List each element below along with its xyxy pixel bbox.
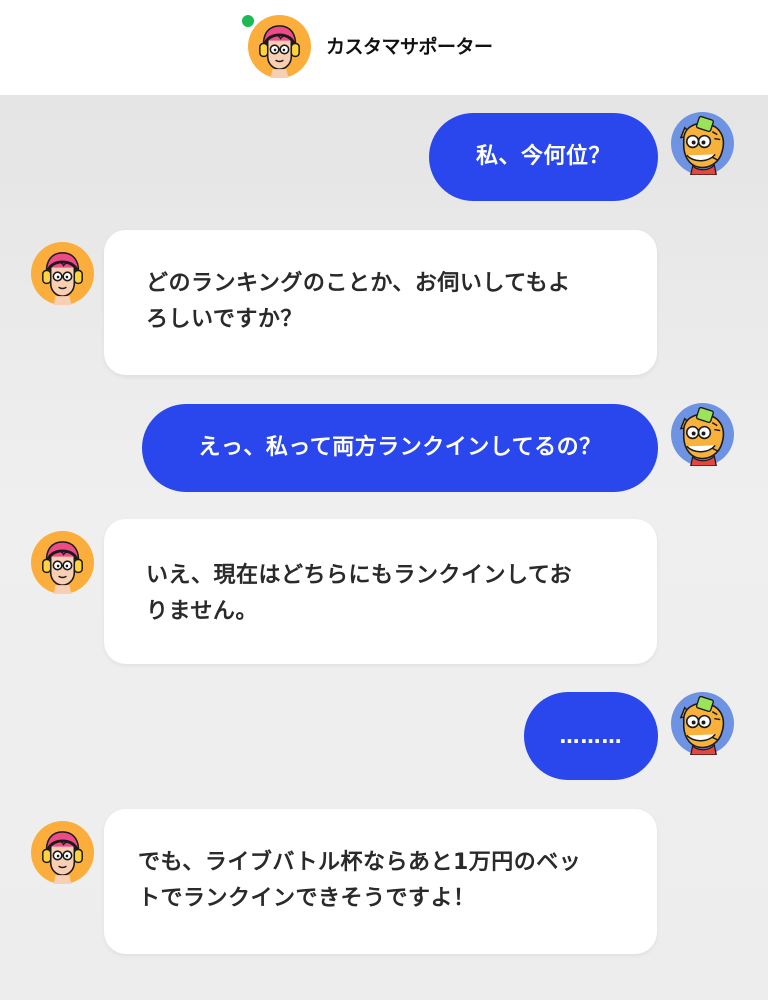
user-message-bubble: 私、今何位？	[429, 113, 658, 201]
user-message-bubble: えっ、私って両方ランクインしてるの？	[142, 404, 658, 492]
support-agent-avatar-icon[interactable]	[31, 531, 94, 594]
tiger-mascot-avatar-icon[interactable]	[671, 112, 734, 175]
support-message-bubble: でも、ライブバトル杯ならあと1万円のベッ トでランクインできそうですよ！	[104, 809, 657, 954]
tiger-mascot-avatar-icon[interactable]	[671, 692, 734, 755]
message-line: いえ、現在はどちらにもランクインしてお	[146, 563, 573, 588]
online-status-dot	[240, 13, 256, 29]
message-line: トでランクインできそうですよ！	[138, 886, 476, 911]
support-agent-avatar-icon[interactable]	[31, 242, 94, 305]
support-agent-avatar-icon[interactable]	[248, 15, 311, 78]
chat-header: カスタマサポーター	[0, 0, 768, 95]
message-line: りません。	[146, 599, 258, 624]
message-line: ろしいですか？	[146, 307, 303, 332]
tiger-mascot-avatar-icon[interactable]	[671, 403, 734, 466]
message-line: でも、ライブバトル杯ならあと1万円のベッ	[138, 850, 582, 875]
support-message-bubble: どのランキングのことか、お伺いしてもよ ろしいですか？	[104, 230, 657, 375]
message-text: ………	[559, 724, 623, 748]
message-text: 私、今何位？	[475, 144, 611, 169]
support-agent-avatar-icon[interactable]	[31, 821, 94, 884]
support-message-bubble: いえ、現在はどちらにもランクインしてお りません。	[104, 519, 657, 664]
message-text: えっ、私って両方ランクインしてるの？	[198, 435, 602, 460]
chat-title: カスタマサポーター	[326, 36, 493, 58]
message-line: どのランキングのことか、お伺いしてもよ	[146, 271, 571, 296]
user-message-bubble: ………	[524, 692, 658, 780]
